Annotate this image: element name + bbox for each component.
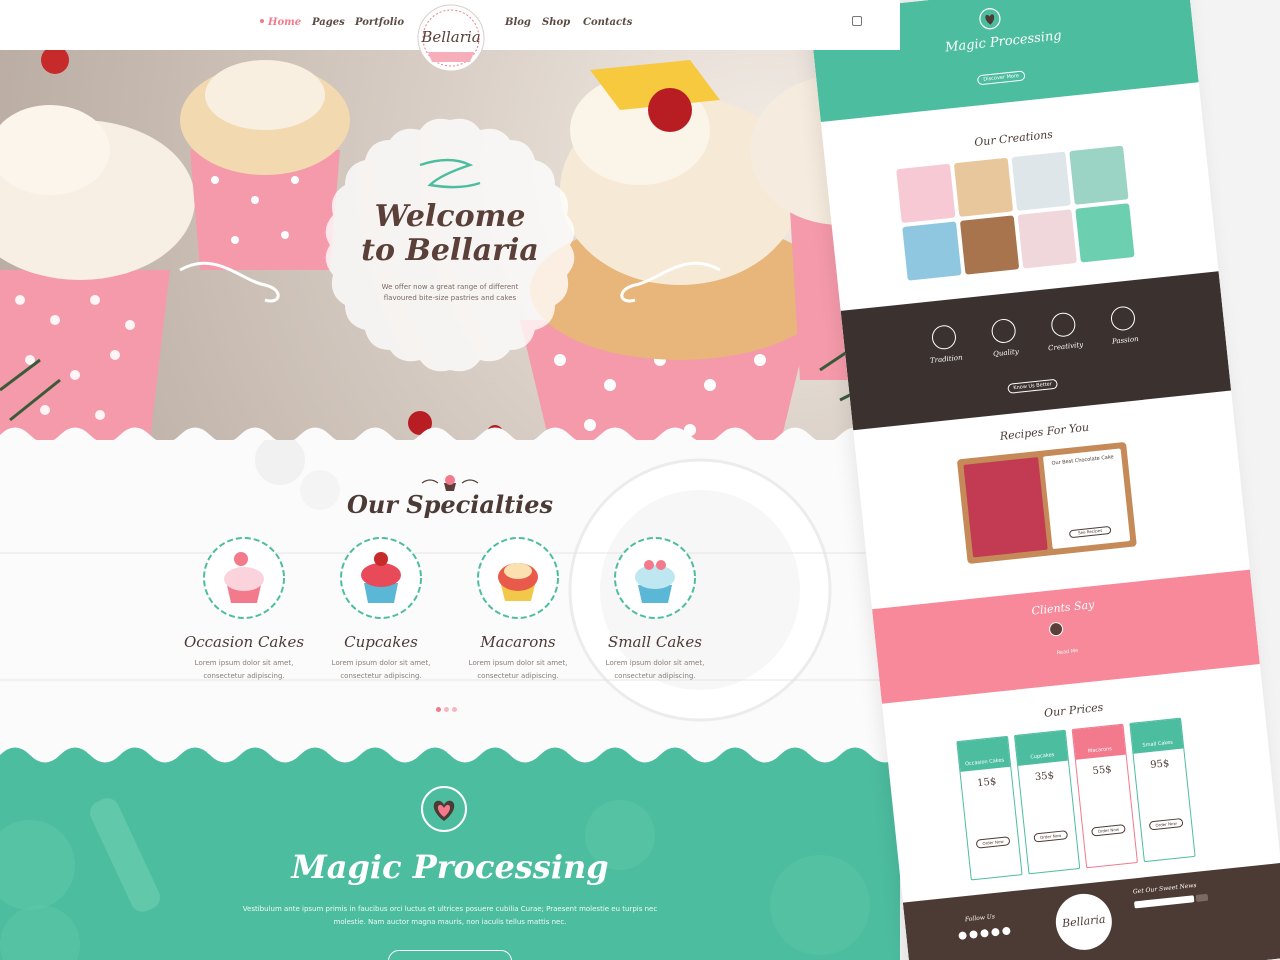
nav-item-contacts[interactable]: Contacts (583, 17, 632, 28)
pinterest-icon[interactable] (969, 930, 978, 939)
preview-heart-icon (979, 8, 1001, 30)
specialty-description: Lorem ipsum dolor sit amet, consectetur … (468, 659, 568, 680)
hero-title: Welcome to Bellaria (361, 199, 539, 268)
creation-thumb[interactable] (1075, 203, 1135, 263)
specialties-pagination (436, 697, 460, 716)
specialty-cupcakes[interactable]: Cupcakes Lorem ipsum dolor sit amet, con… (313, 535, 449, 683)
price-name: Cupcakes (1015, 730, 1068, 766)
price-card-small-cakes[interactable]: Small Cakes 95$ Order Now (1129, 717, 1196, 863)
specialty-name: Small Cakes (608, 633, 702, 651)
magic-title: Magic Processing (291, 848, 609, 886)
cart-icon[interactable] (852, 16, 862, 26)
magic-text: Vestibulum ante ipsum primis in faucibus… (242, 905, 658, 926)
creation-thumb[interactable] (1017, 209, 1077, 269)
recipe-button[interactable]: See Recipes (1068, 525, 1112, 539)
creation-thumb[interactable] (1069, 145, 1129, 205)
price-value: 95$ (1149, 758, 1170, 772)
price-value: 15$ (976, 776, 997, 790)
magic-more-button[interactable] (388, 950, 512, 960)
pagination-dot[interactable] (452, 707, 457, 712)
order-button[interactable]: Order Now (1091, 824, 1126, 837)
nav-item-portfolio[interactable]: Portfolio (355, 17, 404, 28)
price-name: Macarons (1072, 724, 1126, 760)
nav-item-blog[interactable]: Blog (505, 17, 531, 28)
bellaria-logo[interactable]: Bellaria (408, 2, 494, 72)
screenshot-stage: Welcome to Bellaria We offer now a great… (0, 0, 1280, 960)
price-card-macarons[interactable]: Macarons 55$ Order Now (1071, 723, 1138, 869)
feature-icon (990, 317, 1017, 345)
specialty-small-cakes[interactable]: Small Cakes Lorem ipsum dolor sit amet, … (587, 535, 723, 683)
recipe-page: Our Best Chocolate Cake See Recipes (1042, 448, 1131, 550)
cupcake-icon (340, 537, 422, 619)
feature-icon (1109, 305, 1137, 332)
price-card-cupcakes[interactable]: Cupcakes 35$ Order Now (1013, 729, 1081, 875)
nav-active-dot (260, 19, 264, 23)
nav-item-pages[interactable]: Pages (312, 17, 345, 28)
recipe-book: Our Best Chocolate Cake See Recipes (956, 441, 1137, 565)
specialty-description: Lorem ipsum dolor sit amet, consectetur … (331, 659, 431, 680)
creation-thumb[interactable] (902, 221, 962, 281)
pagination-dot[interactable] (436, 707, 441, 712)
specialty-occasion-cakes[interactable]: Occasion Cakes Lorem ipsum dolor sit ame… (176, 535, 312, 683)
feature-passion: Passion (1092, 303, 1156, 347)
small-cake-icon (614, 537, 696, 619)
newsletter-submit-button[interactable] (1195, 893, 1209, 902)
macaron-icon (477, 537, 559, 619)
specialty-name: Cupcakes (344, 633, 418, 651)
specialties-title: Our Specialties (346, 490, 554, 519)
nav-item-home[interactable]: Home (268, 17, 301, 28)
nav-item-shop[interactable]: Shop (542, 17, 570, 28)
price-name: Small Cakes (1130, 718, 1184, 754)
specialty-name: Occasion Cakes (183, 633, 305, 651)
hero-subtitle: We offer now a great range of different … (381, 283, 519, 302)
recipe-name: Our Best Chocolate Cake (1051, 454, 1114, 467)
pagination-dot[interactable] (444, 707, 449, 712)
order-button[interactable]: Order Now (1148, 817, 1184, 831)
creation-thumb[interactable] (959, 215, 1020, 275)
main-page: Welcome to Bellaria We offer now a great… (0, 0, 900, 960)
order-button[interactable]: Order Now (975, 836, 1011, 849)
instagram-icon[interactable] (991, 927, 1000, 937)
recipe-photo (963, 457, 1048, 558)
price-name: Occasion Cakes (957, 736, 1011, 772)
price-value: 55$ (1092, 764, 1113, 778)
creation-thumb[interactable] (953, 157, 1014, 217)
feature-icon (1050, 311, 1077, 338)
price-value: 35$ (1034, 770, 1055, 784)
youtube-icon[interactable] (1001, 926, 1011, 936)
creation-thumb[interactable] (1011, 151, 1071, 211)
specialty-description: Lorem ipsum dolor sit amet, consectetur … (194, 659, 294, 680)
feature-icon (930, 324, 958, 351)
feature-quality: Quality (973, 316, 1037, 360)
price-card-occasion[interactable]: Occasion Cakes 15$ Order Now (956, 735, 1023, 881)
logo-text: Bellaria (421, 28, 481, 46)
facebook-icon[interactable] (958, 931, 968, 940)
specialty-description: Lorem ipsum dolor sit amet, consectetur … (605, 659, 705, 680)
feature-creativity: Creativity (1032, 310, 1096, 354)
order-button[interactable]: Order Now (1033, 830, 1069, 843)
specialty-name: Macarons (480, 633, 556, 651)
creation-thumb[interactable] (896, 163, 956, 224)
feature-tradition: Tradition (913, 322, 977, 366)
specialty-macarons[interactable]: Macarons Lorem ipsum dolor sit amet, con… (450, 535, 586, 683)
twitter-icon[interactable] (980, 928, 989, 938)
heart-cake-icon (421, 786, 467, 832)
occasion-cake-icon (203, 537, 285, 619)
